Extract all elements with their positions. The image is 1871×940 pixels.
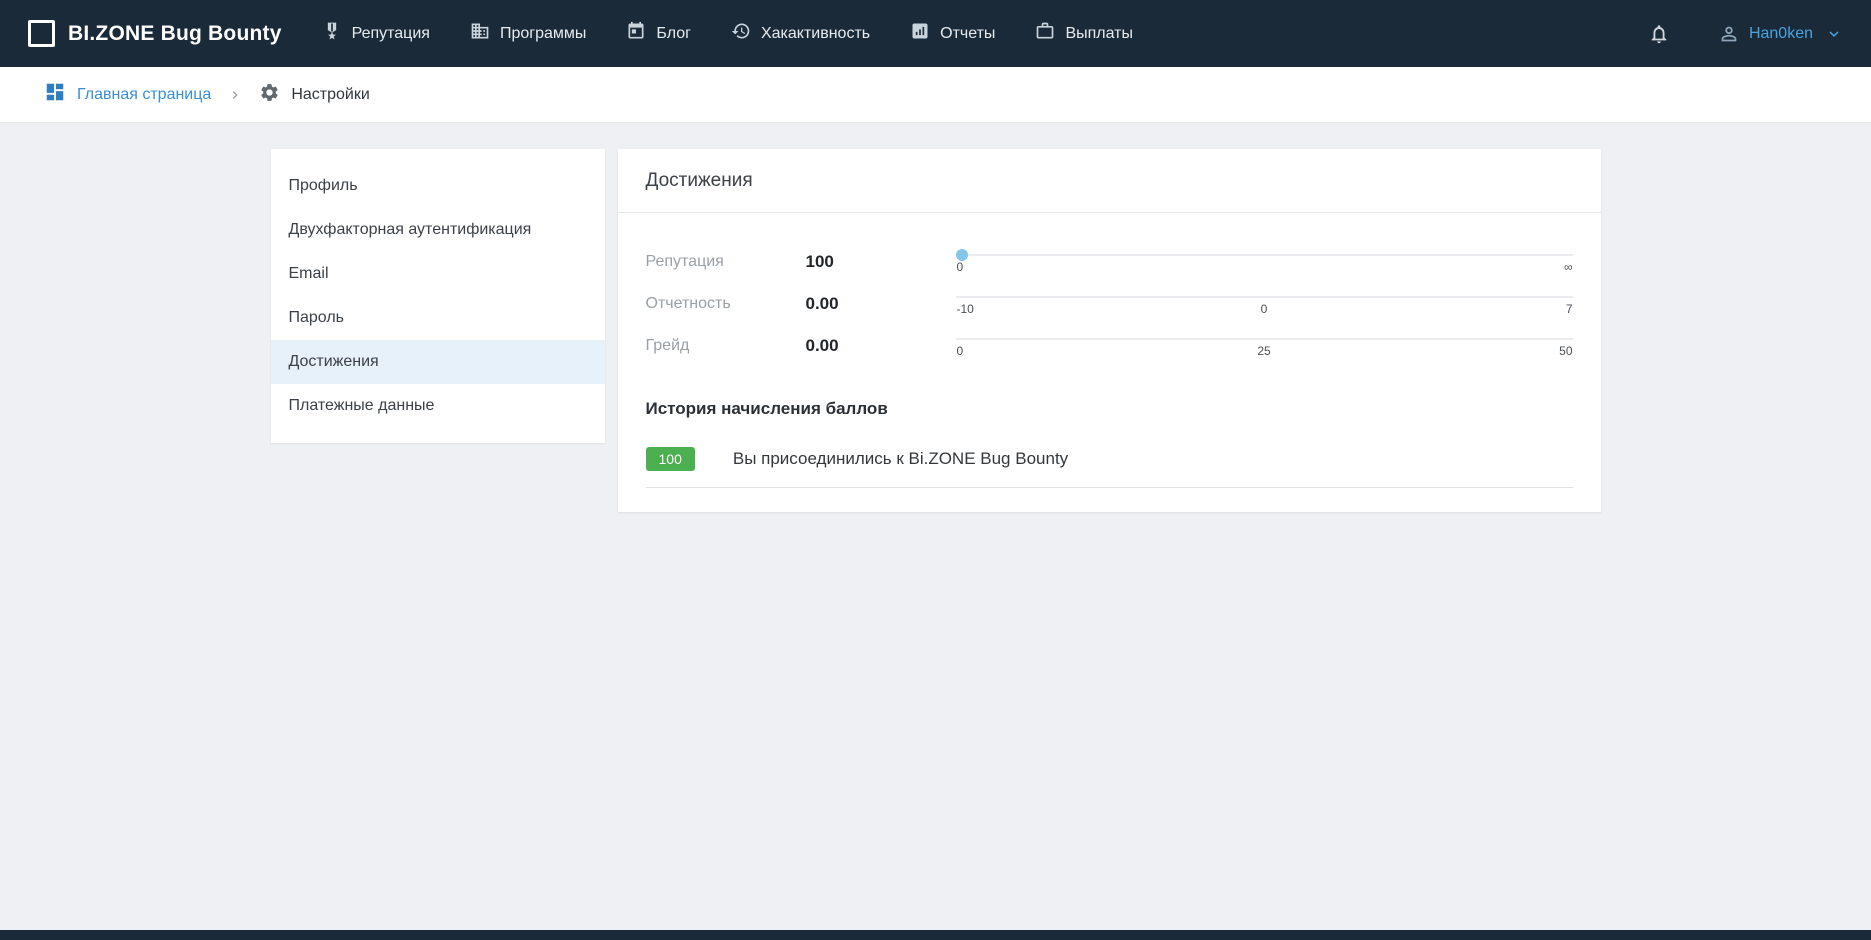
menu-item-2fa[interactable]: Двухфакторная аутентификация — [271, 208, 605, 252]
history-title: История начисления баллов — [646, 399, 1573, 419]
metric-label: Грейд — [646, 337, 806, 355]
footer-bar — [0, 930, 1871, 940]
scale-min: 0 — [957, 260, 964, 274]
nav-item-label: Программы — [500, 25, 586, 43]
brand-title: BI.ZONE Bug Bounty — [68, 22, 282, 46]
nav-item-label: Отчеты — [940, 25, 995, 43]
building-icon — [470, 21, 490, 46]
breadcrumb-home-label[interactable]: Главная страница — [77, 86, 211, 104]
medal-icon — [322, 21, 342, 46]
nav-item-blog[interactable]: Блог — [626, 21, 691, 46]
dashboard-icon — [44, 81, 66, 108]
user-icon — [1718, 23, 1740, 45]
nav-item-payouts[interactable]: Выплаты — [1035, 21, 1133, 46]
history-icon — [731, 21, 751, 46]
bell-icon[interactable] — [1648, 23, 1670, 45]
menu-item-label: Достижения — [289, 353, 379, 371]
nav-item-label: Блог — [656, 25, 691, 43]
briefcase-icon — [1035, 21, 1055, 46]
username: Han0ken — [1749, 25, 1813, 43]
scale-max: 7 — [1566, 302, 1573, 316]
achievements-panel: Достижения Репутация 100 0 ∞ Отчетность … — [618, 149, 1601, 512]
scale-max: 50 — [1559, 344, 1572, 358]
metric-scale: 0 ∞ — [956, 248, 1573, 276]
metric-value: 100 — [806, 252, 956, 272]
menu-item-payment-details[interactable]: Платежные данные — [271, 384, 605, 428]
navbar-right: Han0ken — [1648, 23, 1843, 45]
chevron-down-icon — [1825, 25, 1843, 43]
scale-track — [956, 296, 1573, 298]
gear-icon — [259, 82, 280, 108]
bizone-logo-icon — [28, 20, 55, 47]
metric-row-grade: Грейд 0.00 0 25 50 — [646, 331, 1573, 361]
user-menu[interactable]: Han0ken — [1718, 23, 1843, 45]
nav-item-label: Хакактивность — [761, 25, 870, 43]
menu-item-label: Платежные данные — [289, 397, 435, 415]
metric-row-reputation: Репутация 100 0 ∞ — [646, 247, 1573, 277]
panel-header: Достижения — [618, 149, 1601, 213]
nav-item-hackactivity[interactable]: Хакактивность — [731, 21, 870, 46]
metric-scale: 0 25 50 — [956, 332, 1573, 360]
menu-item-label: Пароль — [289, 309, 345, 327]
breadcrumb-home[interactable]: Главная страница — [44, 81, 211, 108]
panel-title: Достижения — [646, 170, 753, 192]
breadcrumb-current-label: Настройки — [291, 86, 369, 104]
menu-item-achievements[interactable]: Достижения — [271, 340, 605, 384]
menu-item-profile[interactable]: Профиль — [271, 164, 605, 208]
metric-label: Отчетность — [646, 295, 806, 313]
scale-min: -10 — [957, 302, 974, 316]
settings-menu: Профиль Двухфакторная аутентификация Ema… — [271, 149, 605, 443]
nav-item-reports[interactable]: Отчеты — [910, 21, 995, 46]
chevron-right-icon — [227, 87, 243, 103]
scale-min: 0 — [957, 344, 964, 358]
metric-row-reporting: Отчетность 0.00 -10 0 7 — [646, 289, 1573, 319]
nav-item-reputation[interactable]: Репутация — [322, 21, 430, 46]
menu-item-label: Двухфакторная аутентификация — [289, 221, 532, 239]
calendar-icon — [626, 21, 646, 46]
metric-value: 0.00 — [806, 294, 956, 314]
nav-item-label: Репутация — [352, 25, 430, 43]
scale-track — [956, 338, 1573, 340]
metric-scale: -10 0 7 — [956, 290, 1573, 318]
brand[interactable]: BI.ZONE Bug Bounty — [28, 20, 282, 47]
breadcrumb: Главная страница Настройки — [0, 67, 1871, 123]
menu-item-email[interactable]: Email — [271, 252, 605, 296]
breadcrumb-current: Настройки — [259, 82, 369, 108]
nav-item-programs[interactable]: Программы — [470, 21, 586, 46]
scale-max: ∞ — [1564, 260, 1573, 274]
top-navbar: BI.ZONE Bug Bounty Репутация Программы Б… — [0, 0, 1871, 67]
scale-track — [956, 254, 1573, 256]
main-content: Профиль Двухфакторная аутентификация Ema… — [271, 149, 1601, 512]
nav-item-label: Выплаты — [1065, 25, 1133, 43]
history-entry-text: Вы присоединились к Bi.ZONE Bug Bounty — [733, 449, 1068, 469]
scale-mid: 0 — [1261, 302, 1268, 316]
history-entry: 100 Вы присоединились к Bi.ZONE Bug Boun… — [646, 447, 1573, 488]
scale-mid: 25 — [1257, 344, 1270, 358]
metric-value: 0.00 — [806, 336, 956, 356]
menu-item-password[interactable]: Пароль — [271, 296, 605, 340]
menu-item-label: Email — [289, 265, 329, 283]
menu-item-label: Профиль — [289, 177, 358, 195]
bar-chart-icon — [910, 21, 930, 46]
metric-label: Репутация — [646, 253, 806, 271]
points-badge: 100 — [646, 447, 695, 471]
panel-body: Репутация 100 0 ∞ Отчетность 0.00 -10 0 — [618, 213, 1601, 512]
main-nav: Репутация Программы Блог Хакактивность О… — [322, 21, 1133, 46]
